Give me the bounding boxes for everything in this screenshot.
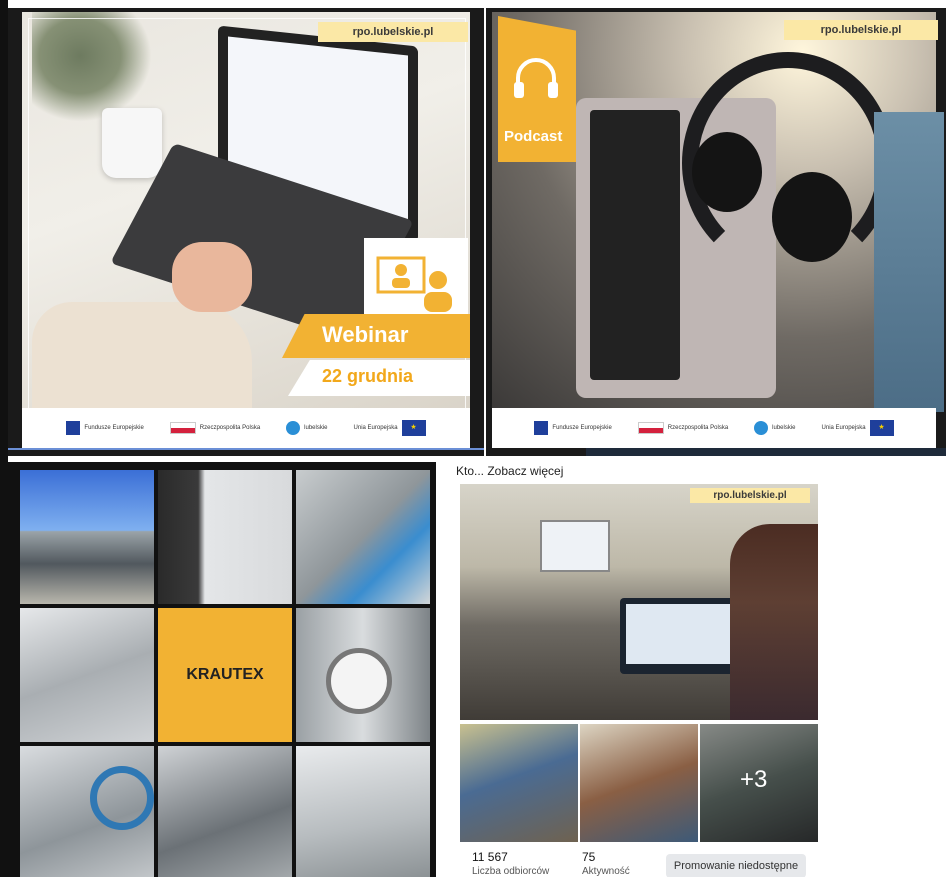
post-card: Kto... Zobacz więcej rpo.lubelskie.pl +3…	[452, 462, 826, 877]
thumb-photo-2[interactable]	[580, 724, 698, 842]
fundusze-logo-icon	[66, 421, 81, 435]
krautex-logo-tile: KRAUTEX	[158, 608, 292, 742]
promote-button[interactable]: Promowanie niedostępne	[666, 854, 806, 877]
webinar-title: Webinar	[322, 322, 409, 347]
lubelskie-logo-icon	[286, 421, 301, 435]
gauge-icon	[326, 648, 392, 714]
student-photo	[730, 524, 818, 720]
podcast-badge: Podcast	[498, 16, 576, 162]
webinar-footer-logos: Fundusze Europejskie Rzeczpospolita Pols…	[22, 408, 470, 448]
control-panel-photo	[158, 470, 292, 604]
left-strip	[0, 0, 8, 877]
eu-flag-icon: ★	[401, 420, 426, 436]
podcast-graphic[interactable]: rpo.lubelskie.pl Podcast Fundusze Europe…	[486, 8, 946, 456]
pipe-valve-photo	[296, 470, 430, 604]
site-url-tag: rpo.lubelskie.pl	[318, 22, 468, 42]
video-progress-bar[interactable]	[8, 448, 484, 450]
classroom-photo[interactable]	[460, 484, 818, 720]
thumb-photo-3[interactable]: +3	[700, 724, 818, 842]
podcast-label: Podcast	[504, 128, 563, 145]
post-header-text[interactable]: Kto... Zobacz więcej	[456, 464, 563, 478]
projector-screen	[540, 520, 610, 572]
krautex-label: KRAUTEX	[186, 666, 264, 683]
reach-label: Liczba odbiorców	[472, 866, 550, 877]
krautex-collage[interactable]: KRAUTEX	[8, 462, 436, 877]
activity-label: Aktywność	[582, 866, 630, 877]
eu-flag-icon: ★	[869, 420, 894, 436]
webinar-graphic[interactable]: rpo.lubelskie.pl Webinar 22 grudnia Fund…	[8, 8, 484, 456]
building-photo	[20, 470, 154, 604]
activity-value: 75	[582, 850, 596, 864]
blue-valve-photo	[20, 746, 154, 877]
tanks-photo	[20, 608, 154, 742]
headphones-icon	[514, 58, 558, 98]
presenter-icon	[376, 256, 452, 312]
site-url-tag: rpo.lubelskie.pl	[784, 20, 938, 40]
activity-stat: 75 Aktywność	[582, 850, 630, 877]
pipeline-photo	[296, 746, 430, 877]
pressure-gauge-photo	[296, 608, 430, 742]
reach-stat: 11 567 Liczba odbiorców	[472, 850, 549, 877]
more-photos-count: +3	[740, 766, 768, 793]
thumb-photo-1[interactable]	[460, 724, 578, 842]
site-url-tag: rpo.lubelskie.pl	[690, 488, 810, 503]
reach-value: 11 567	[472, 850, 508, 864]
webinar-date: 22 grudnia	[322, 366, 414, 386]
laptop-photo	[620, 598, 738, 674]
jeans-image	[874, 112, 944, 412]
poland-flag-icon	[637, 422, 664, 434]
boiler-photo	[158, 746, 292, 877]
taskbar-strip	[586, 448, 946, 456]
poland-flag-icon	[169, 422, 196, 434]
lubelskie-logo-icon	[754, 421, 769, 435]
podcast-footer-logos: Fundusze Europejskie Rzeczpospolita Pols…	[492, 408, 936, 448]
fundusze-logo-icon	[534, 421, 549, 435]
